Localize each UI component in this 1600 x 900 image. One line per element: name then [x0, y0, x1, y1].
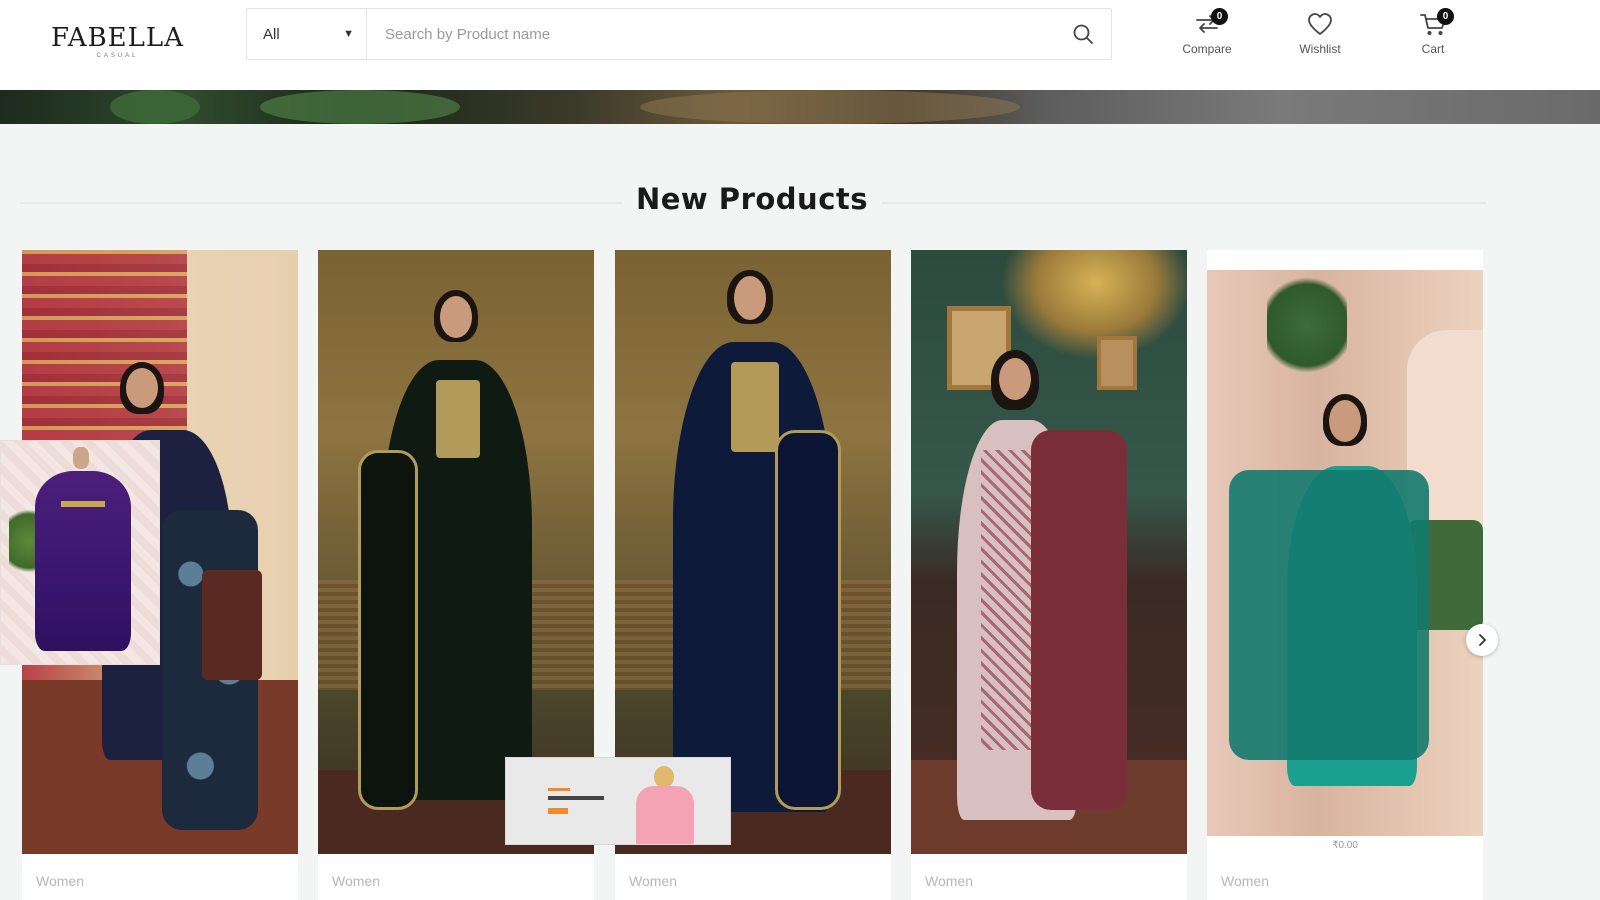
model-face	[126, 368, 158, 408]
brand-logo[interactable]: FABELLA CASUAL	[50, 24, 185, 64]
product-gown	[35, 471, 131, 651]
product-card[interactable]: Women	[911, 250, 1187, 900]
tapestry-decor	[22, 250, 187, 440]
ad-model-top	[636, 786, 694, 844]
search-button[interactable]	[1055, 9, 1111, 59]
chevron-down-icon: ▼	[343, 28, 354, 40]
section-title: New Products	[635, 182, 869, 216]
product-embroidery	[731, 362, 779, 452]
cart-button[interactable]: 0 Cart	[1393, 8, 1473, 66]
product-category: Women	[36, 873, 84, 889]
search-bar: All ▼	[246, 8, 1112, 60]
title-divider-right	[882, 202, 1486, 204]
chandelier-decor	[1001, 250, 1187, 360]
logo-tagline: CASUAL	[96, 53, 139, 59]
product-category: Women	[332, 873, 380, 889]
recent-purchase-popup[interactable]	[0, 440, 160, 665]
heart-icon	[1303, 10, 1337, 38]
product-dupatta	[1229, 470, 1429, 760]
cart-count-badge: 0	[1437, 8, 1454, 25]
ad-headline-bar	[548, 796, 604, 800]
hero-banner-strip[interactable]	[0, 90, 1600, 124]
product-dupatta	[358, 450, 418, 810]
gown-belt	[61, 501, 105, 507]
cart-label: Cart	[1421, 42, 1445, 56]
product-category: Women	[925, 873, 973, 889]
model-face	[999, 358, 1031, 400]
compare-icon: 0	[1190, 8, 1228, 38]
mannequin-head	[73, 447, 89, 469]
promo-ad-popup[interactable]	[505, 757, 731, 845]
title-divider-left	[20, 202, 622, 204]
product-dupatta	[1031, 430, 1127, 810]
search-input[interactable]	[367, 9, 1055, 59]
product-price-tag: ₹0.00	[1332, 840, 1358, 851]
compare-label: Compare	[1182, 42, 1232, 56]
wishlist-button[interactable]: Wishlist	[1280, 10, 1360, 66]
banner-leaf-decor	[110, 90, 200, 124]
product-category: Women	[629, 873, 677, 889]
site-header: FABELLA CASUAL All ▼ 0 Compare	[0, 0, 1600, 90]
product-dupatta	[775, 430, 841, 810]
wall-frame-decor	[1097, 336, 1137, 390]
carousel-next-button[interactable]	[1466, 624, 1498, 656]
search-category-select[interactable]: All ▼	[247, 9, 367, 59]
ad-model-hair	[654, 766, 674, 788]
model-face	[734, 276, 766, 320]
logo-wordmark: FABELLA	[51, 23, 184, 53]
product-image[interactable]	[1207, 270, 1483, 836]
product-image[interactable]	[911, 250, 1187, 854]
model-face	[440, 296, 472, 338]
chair-decor	[202, 570, 262, 680]
banner-pattern-decor	[640, 90, 1020, 124]
compare-button[interactable]: 0 Compare	[1167, 8, 1247, 66]
ad-accent-line	[548, 788, 570, 791]
banner-leaf-decor	[260, 90, 460, 124]
chevron-right-icon	[1479, 634, 1486, 646]
search-icon	[1073, 24, 1093, 44]
plant-decor	[1267, 270, 1347, 380]
model-face	[1329, 400, 1361, 442]
product-embroidery	[436, 380, 480, 458]
product-category: Women	[1221, 873, 1269, 889]
wishlist-label: Wishlist	[1299, 42, 1341, 56]
cart-icon: 0	[1416, 8, 1454, 38]
compare-count-badge: 0	[1211, 8, 1228, 25]
product-card[interactable]: ₹0.00 Women	[1207, 250, 1483, 900]
ad-cta-button[interactable]	[548, 808, 568, 814]
search-category-value: All	[263, 25, 280, 43]
